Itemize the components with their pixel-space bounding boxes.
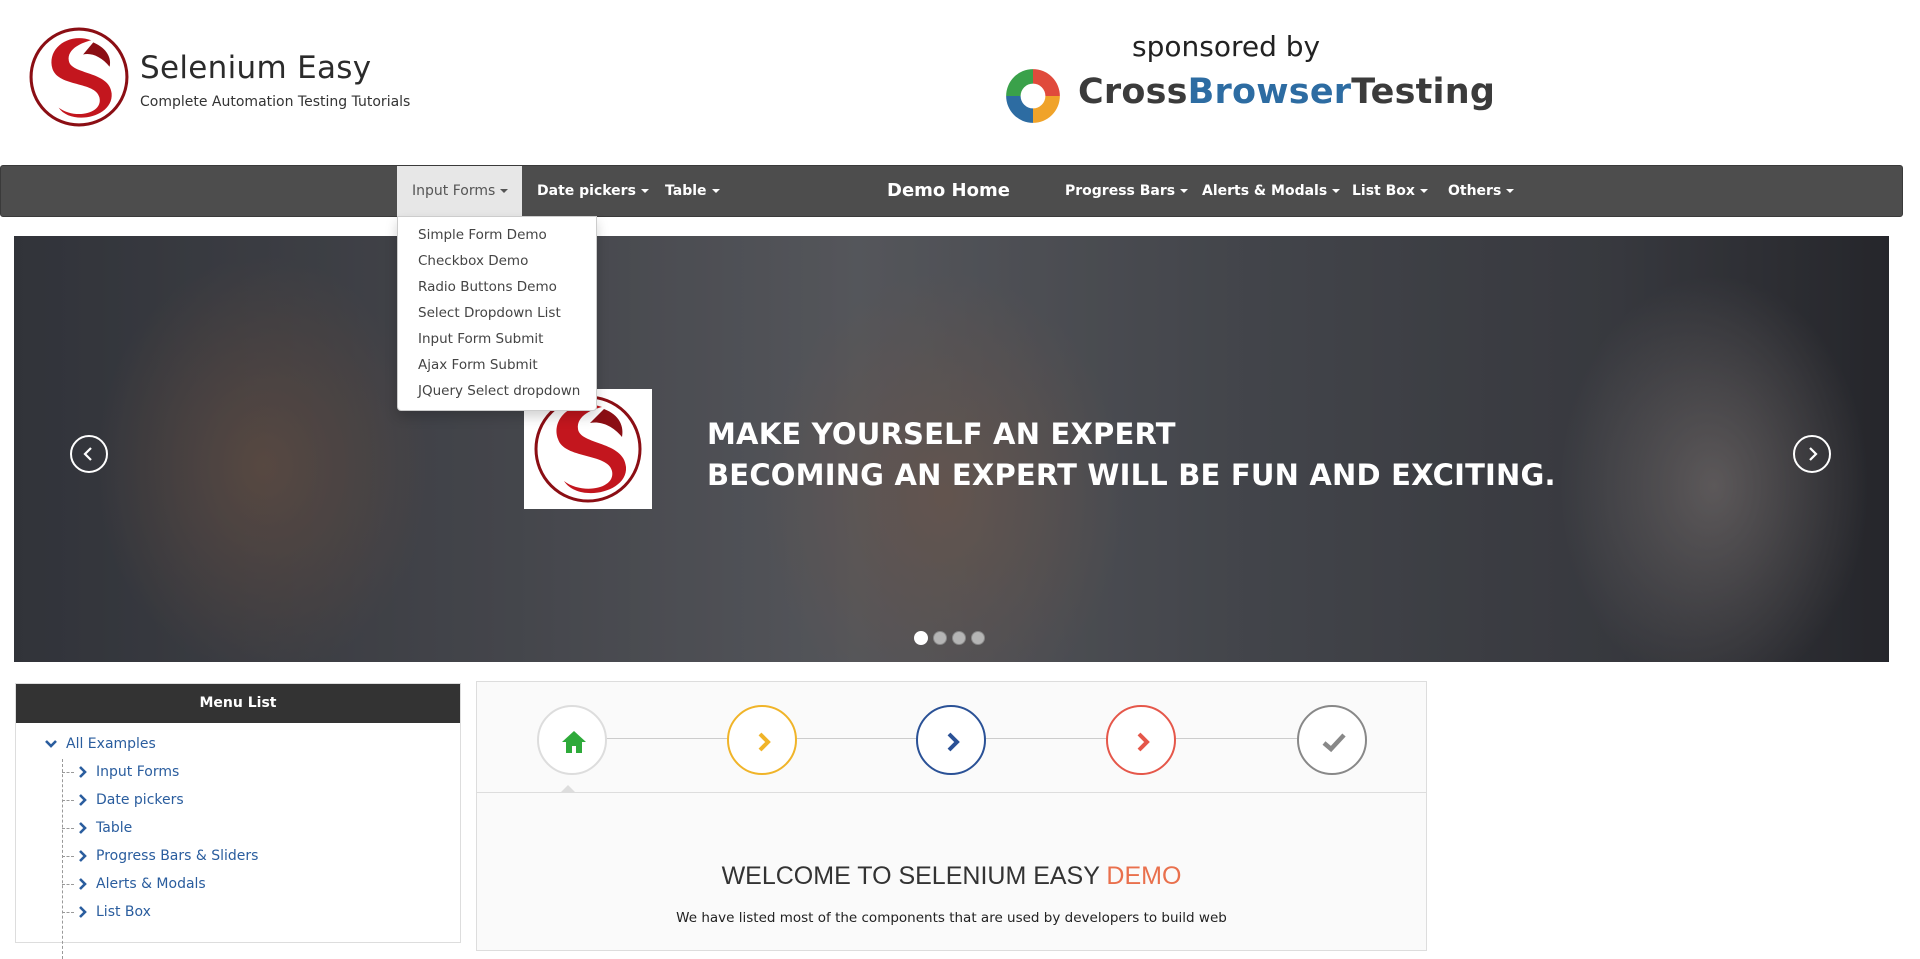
tree-item-input-forms[interactable]: Input Forms (62, 761, 179, 783)
caret-down-icon (640, 189, 649, 193)
nav-demo-home[interactable]: Demo Home (872, 166, 1025, 216)
chevron-right-icon (79, 766, 87, 778)
crossbrowsertesting-logo-icon[interactable] (1002, 65, 1064, 127)
tree-root-all-examples[interactable]: All Examples (44, 733, 156, 755)
dropdown-item-radio-buttons-demo[interactable]: Radio Buttons Demo (398, 274, 596, 300)
tree-item-table[interactable]: Table (62, 817, 132, 839)
nav-others[interactable]: Others (1433, 166, 1529, 216)
chevron-left-icon (83, 447, 92, 461)
nav-label: Others (1448, 183, 1502, 199)
step-pointer (560, 785, 576, 793)
carousel-next-button[interactable] (1793, 435, 1831, 473)
nav-label: List Box (1352, 183, 1415, 199)
sponsor-name[interactable]: CrossBrowserTesting (1078, 72, 1495, 112)
step-3[interactable] (916, 705, 986, 775)
welcome-description: We have listed most of the components th… (676, 910, 1227, 926)
nav-list-box[interactable]: List Box (1337, 166, 1443, 216)
chevron-right-icon (947, 732, 960, 752)
tree-item-date-pickers[interactable]: Date pickers (62, 789, 184, 811)
welcome-title-highlight: DEMO (1106, 862, 1182, 890)
dropdown-item-simple-form-demo[interactable]: Simple Form Demo (398, 222, 596, 248)
tree-root-label: All Examples (66, 736, 156, 752)
site-tagline: Complete Automation Testing Tutorials (140, 94, 411, 110)
carousel-dot[interactable] (971, 631, 985, 645)
nav-label: Progress Bars (1065, 183, 1176, 199)
slide-heading-line2: BECOMING AN EXPERT WILL BE FUN AND EXCIT… (707, 458, 1556, 492)
nav-progress-bars[interactable]: Progress Bars (1050, 166, 1203, 216)
input-forms-dropdown: Simple Form Demo Checkbox Demo Radio But… (397, 216, 597, 411)
welcome-title-main: WELCOME TO SELENIUM EASY (721, 862, 1107, 890)
nav-label: Table (665, 183, 707, 199)
caret-down-icon (711, 189, 720, 193)
hero-carousel: MAKE YOURSELF AN EXPERT BECOMING AN EXPE… (14, 236, 1889, 662)
nav-date-pickers[interactable]: Date pickers (522, 166, 664, 216)
sponsor-name-part3: Testing (1351, 72, 1496, 112)
step-home[interactable] (537, 705, 607, 775)
site-title[interactable]: Selenium Easy (140, 50, 371, 86)
tree-item-label: Date pickers (96, 792, 184, 808)
tree-item-label: Input Forms (96, 764, 180, 780)
chevron-right-icon (79, 794, 87, 806)
wizard-steps (477, 682, 1426, 793)
main-navbar: Input Forms Date pickers Table Demo Home… (0, 165, 1903, 217)
tree-item-label: Table (96, 820, 133, 836)
step-2[interactable] (727, 705, 797, 775)
tree-item-label: Alerts & Modals (96, 876, 206, 892)
sponsor-text: sponsored by (1132, 30, 1321, 63)
step-4[interactable] (1106, 705, 1176, 775)
carousel-dot[interactable] (914, 631, 928, 645)
sponsor-name-part2: Browser (1187, 72, 1352, 112)
nav-alerts-modals[interactable]: Alerts & Modals (1187, 166, 1355, 216)
nav-label: Demo Home (887, 180, 1010, 201)
tree-item-progress-bars-sliders[interactable]: Progress Bars & Sliders (62, 845, 258, 867)
selenium-easy-logo-icon[interactable] (28, 26, 130, 128)
carousel-dot[interactable] (933, 631, 947, 645)
chevron-right-icon (79, 906, 87, 918)
chevron-right-icon (758, 732, 771, 752)
dropdown-item-input-form-submit[interactable]: Input Form Submit (398, 326, 596, 352)
chevron-right-icon (79, 822, 87, 834)
dropdown-item-checkbox-demo[interactable]: Checkbox Demo (398, 248, 596, 274)
chevron-right-icon (1137, 732, 1150, 752)
chevron-right-icon (79, 878, 87, 890)
nav-label: Input Forms (412, 183, 496, 199)
chevron-right-icon (79, 850, 87, 862)
nav-table[interactable]: Table (650, 166, 735, 216)
dropdown-item-ajax-form-submit[interactable]: Ajax Form Submit (398, 352, 596, 378)
menu-list-panel: Menu List All Examples Input Forms Date … (15, 683, 461, 959)
nav-input-forms[interactable]: Input Forms (397, 166, 522, 216)
sponsor-name-part1: Cross (1078, 72, 1188, 112)
welcome-title: WELCOME TO SELENIUM EASY DEMO (477, 862, 1426, 891)
dropdown-item-jquery-select-dropdown[interactable]: JQuery Select dropdown (398, 378, 596, 404)
nav-label: Alerts & Modals (1202, 183, 1328, 199)
site-header: Selenium Easy Complete Automation Testin… (0, 0, 1900, 165)
menu-list-title: Menu List (16, 684, 460, 723)
dropdown-item-select-dropdown-list[interactable]: Select Dropdown List (398, 300, 596, 326)
tree-item-list-box[interactable]: List Box (62, 901, 151, 923)
caret-down-icon (1419, 189, 1428, 193)
slide-heading-line1: MAKE YOURSELF AN EXPERT (707, 417, 1176, 451)
nav-label: Date pickers (537, 183, 636, 199)
caret-down-icon (500, 189, 509, 193)
carousel-dot[interactable] (952, 631, 966, 645)
tree-item-label: Progress Bars & Sliders (96, 848, 259, 864)
chevron-right-icon (1809, 447, 1818, 461)
carousel-indicators (914, 630, 990, 646)
step-5[interactable] (1297, 705, 1367, 775)
check-icon (1322, 733, 1346, 753)
welcome-panel: WELCOME TO SELENIUM EASY DEMO We have li… (476, 681, 1427, 951)
carousel-prev-button[interactable] (70, 435, 108, 473)
tree-item-label: List Box (96, 904, 151, 920)
chevron-down-icon (45, 740, 57, 748)
home-icon (562, 731, 586, 753)
caret-down-icon (1506, 189, 1515, 193)
tree-item-alerts-modals[interactable]: Alerts & Modals (62, 873, 206, 895)
